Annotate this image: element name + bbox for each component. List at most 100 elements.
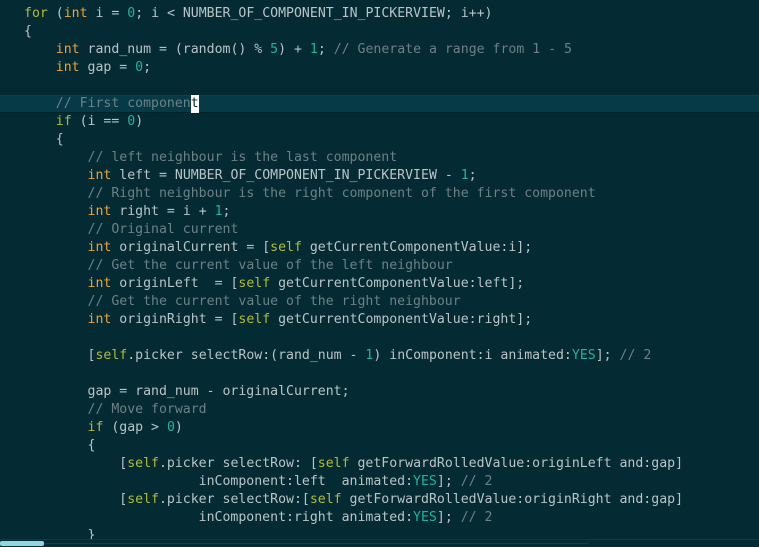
code-token-plain: getCurrentComponentValue:i]; [301, 240, 533, 255]
horizontal-scrollbar[interactable] [0, 539, 759, 547]
code-line[interactable]: int right = i + 1; [0, 203, 759, 221]
code-token-kw: if [55, 114, 72, 129]
code-line[interactable]: int originalCurrent = [self getCurrentCo… [0, 239, 759, 257]
code-token-punct: { [24, 438, 96, 453]
code-token-plain: ) inComponent:i animated: [373, 348, 572, 363]
code-token-plain: .picker selectRow: [ [158, 456, 318, 471]
code-token-plain: .picker selectRow:[ [158, 492, 310, 507]
code-line[interactable]: int gap = 0; [0, 59, 759, 77]
code-token-plain: ; [317, 42, 334, 57]
code-token-type: int [55, 42, 80, 57]
code-token-plain: rand_num = (random() % [79, 42, 271, 57]
code-line[interactable]: { [0, 437, 759, 455]
code-token-plain: left = NUMBER_OF_COMPONENT_IN_PICKERVIEW… [111, 168, 461, 183]
code-token-type: int [87, 204, 112, 219]
code-line[interactable] [0, 329, 759, 347]
code-line[interactable]: if (gap > 0) [0, 419, 759, 437]
code-line[interactable]: for (int i = 0; i < NUMBER_OF_COMPONENT_… [0, 5, 759, 23]
code-line[interactable]: [self.picker selectRow: [self getForward… [0, 455, 759, 473]
code-token-plain: inComponent:left animated: [24, 474, 414, 489]
code-token-punct: { [24, 24, 32, 39]
code-token-kw: self [317, 456, 350, 471]
code-token-type: int [87, 240, 112, 255]
code-line[interactable]: [self.picker selectRow:(rand_num - 1) in… [0, 347, 759, 365]
code-token-type: int [63, 6, 88, 21]
code-token-plain: ; [222, 204, 231, 219]
code-line[interactable]: // Get the current value of the right ne… [0, 293, 759, 311]
code-token-comment: // First componen [55, 96, 191, 111]
code-token-comment: // Get the current value of the left nei… [87, 258, 453, 273]
code-token-punct: ( [47, 6, 64, 21]
code-token-kw: self [238, 312, 271, 327]
code-line[interactable]: [self.picker selectRow:[self getForwardR… [0, 491, 759, 509]
code-token-kw: for [24, 6, 48, 21]
code-token-plain: ) + [278, 42, 310, 57]
code-token-plain: ) [135, 114, 144, 129]
code-line[interactable]: // Move forward [0, 401, 759, 419]
code-token-const: YES [571, 348, 596, 363]
code-line[interactable]: // Get the current value of the left nei… [0, 257, 759, 275]
code-line[interactable]: inComponent:left animated:YES]; // 2 [0, 473, 759, 491]
code-token-plain: inComponent:right animated: [24, 510, 414, 525]
code-line[interactable] [0, 365, 759, 383]
code-token-kw: self [127, 492, 159, 507]
code-token-plain: (i == [71, 114, 128, 129]
code-token-const: YES [413, 474, 437, 489]
code-line[interactable]: // Right neighbour is the right componen… [0, 185, 759, 203]
code-token-num: 0 [127, 6, 136, 21]
code-line[interactable]: int rand_num = (random() % 5) + 1; // Ge… [0, 41, 759, 59]
code-token-plain: (gap > [103, 420, 167, 435]
code-line[interactable] [0, 77, 759, 95]
code-line[interactable]: int originRight = [self getCurrentCompon… [0, 311, 759, 329]
code-line[interactable]: // Original current [0, 221, 759, 239]
code-token-type: int [55, 60, 80, 75]
code-token-comment: // Original current [87, 222, 239, 237]
code-token-kw: self [270, 240, 302, 255]
code-token-plain: [ [24, 492, 128, 507]
code-token-comment: // Generate a range from 1 - 5 [333, 42, 572, 57]
code-token-comment: // 2 [619, 348, 652, 363]
code-token-plain: originLeft = [ [111, 276, 239, 291]
code-token-kw: self [238, 276, 271, 291]
code-token-comment: // left neighbour is the last component [87, 150, 398, 165]
code-line[interactable]: if (i == 0) [0, 113, 759, 131]
code-line[interactable]: gap = rand_num - originalCurrent; [0, 383, 759, 401]
code-token-plain: .picker selectRow:(rand_num - [127, 348, 366, 363]
code-token-plain: originalCurrent = [ [111, 240, 271, 255]
code-line[interactable]: int left = NUMBER_OF_COMPONENT_IN_PICKER… [0, 167, 759, 185]
code-line[interactable]: int originLeft = [self getCurrentCompone… [0, 275, 759, 293]
code-token-plain: ; [143, 60, 152, 75]
code-line[interactable]: inComponent:right animated:YES]; // 2 [0, 509, 759, 527]
code-token-plain: ; i < NUMBER_OF_COMPONENT_IN_PICKERVIEW;… [135, 6, 493, 21]
code-line-active[interactable]: // First component [0, 95, 759, 113]
code-line[interactable]: // left neighbour is the last component [0, 149, 759, 167]
code-token-comment: // Get the current value of the right ne… [87, 294, 461, 309]
code-token-plain: [ [24, 456, 128, 471]
code-token-plain: [ [24, 348, 96, 363]
code-line[interactable]: { [0, 23, 759, 41]
code-token-plain: getCurrentComponentValue:right]; [270, 312, 533, 327]
code-token-punct: { [24, 132, 64, 147]
horizontal-scroll-track[interactable] [44, 543, 589, 544]
code-line[interactable]: { [0, 131, 759, 149]
code-token-type: int [87, 312, 112, 327]
code-editor[interactable]: for (int i = 0; i < NUMBER_OF_COMPONENT_… [0, 0, 759, 547]
code-token-plain: ]; [595, 348, 620, 363]
code-token-type: int [87, 276, 112, 291]
code-text-area[interactable]: for (int i = 0; i < NUMBER_OF_COMPONENT_… [0, 0, 759, 547]
code-token-num: 0 [127, 114, 136, 129]
horizontal-scroll-thumb[interactable] [0, 541, 44, 546]
text-cursor: t [190, 95, 199, 113]
code-token-num: 0 [135, 60, 144, 75]
